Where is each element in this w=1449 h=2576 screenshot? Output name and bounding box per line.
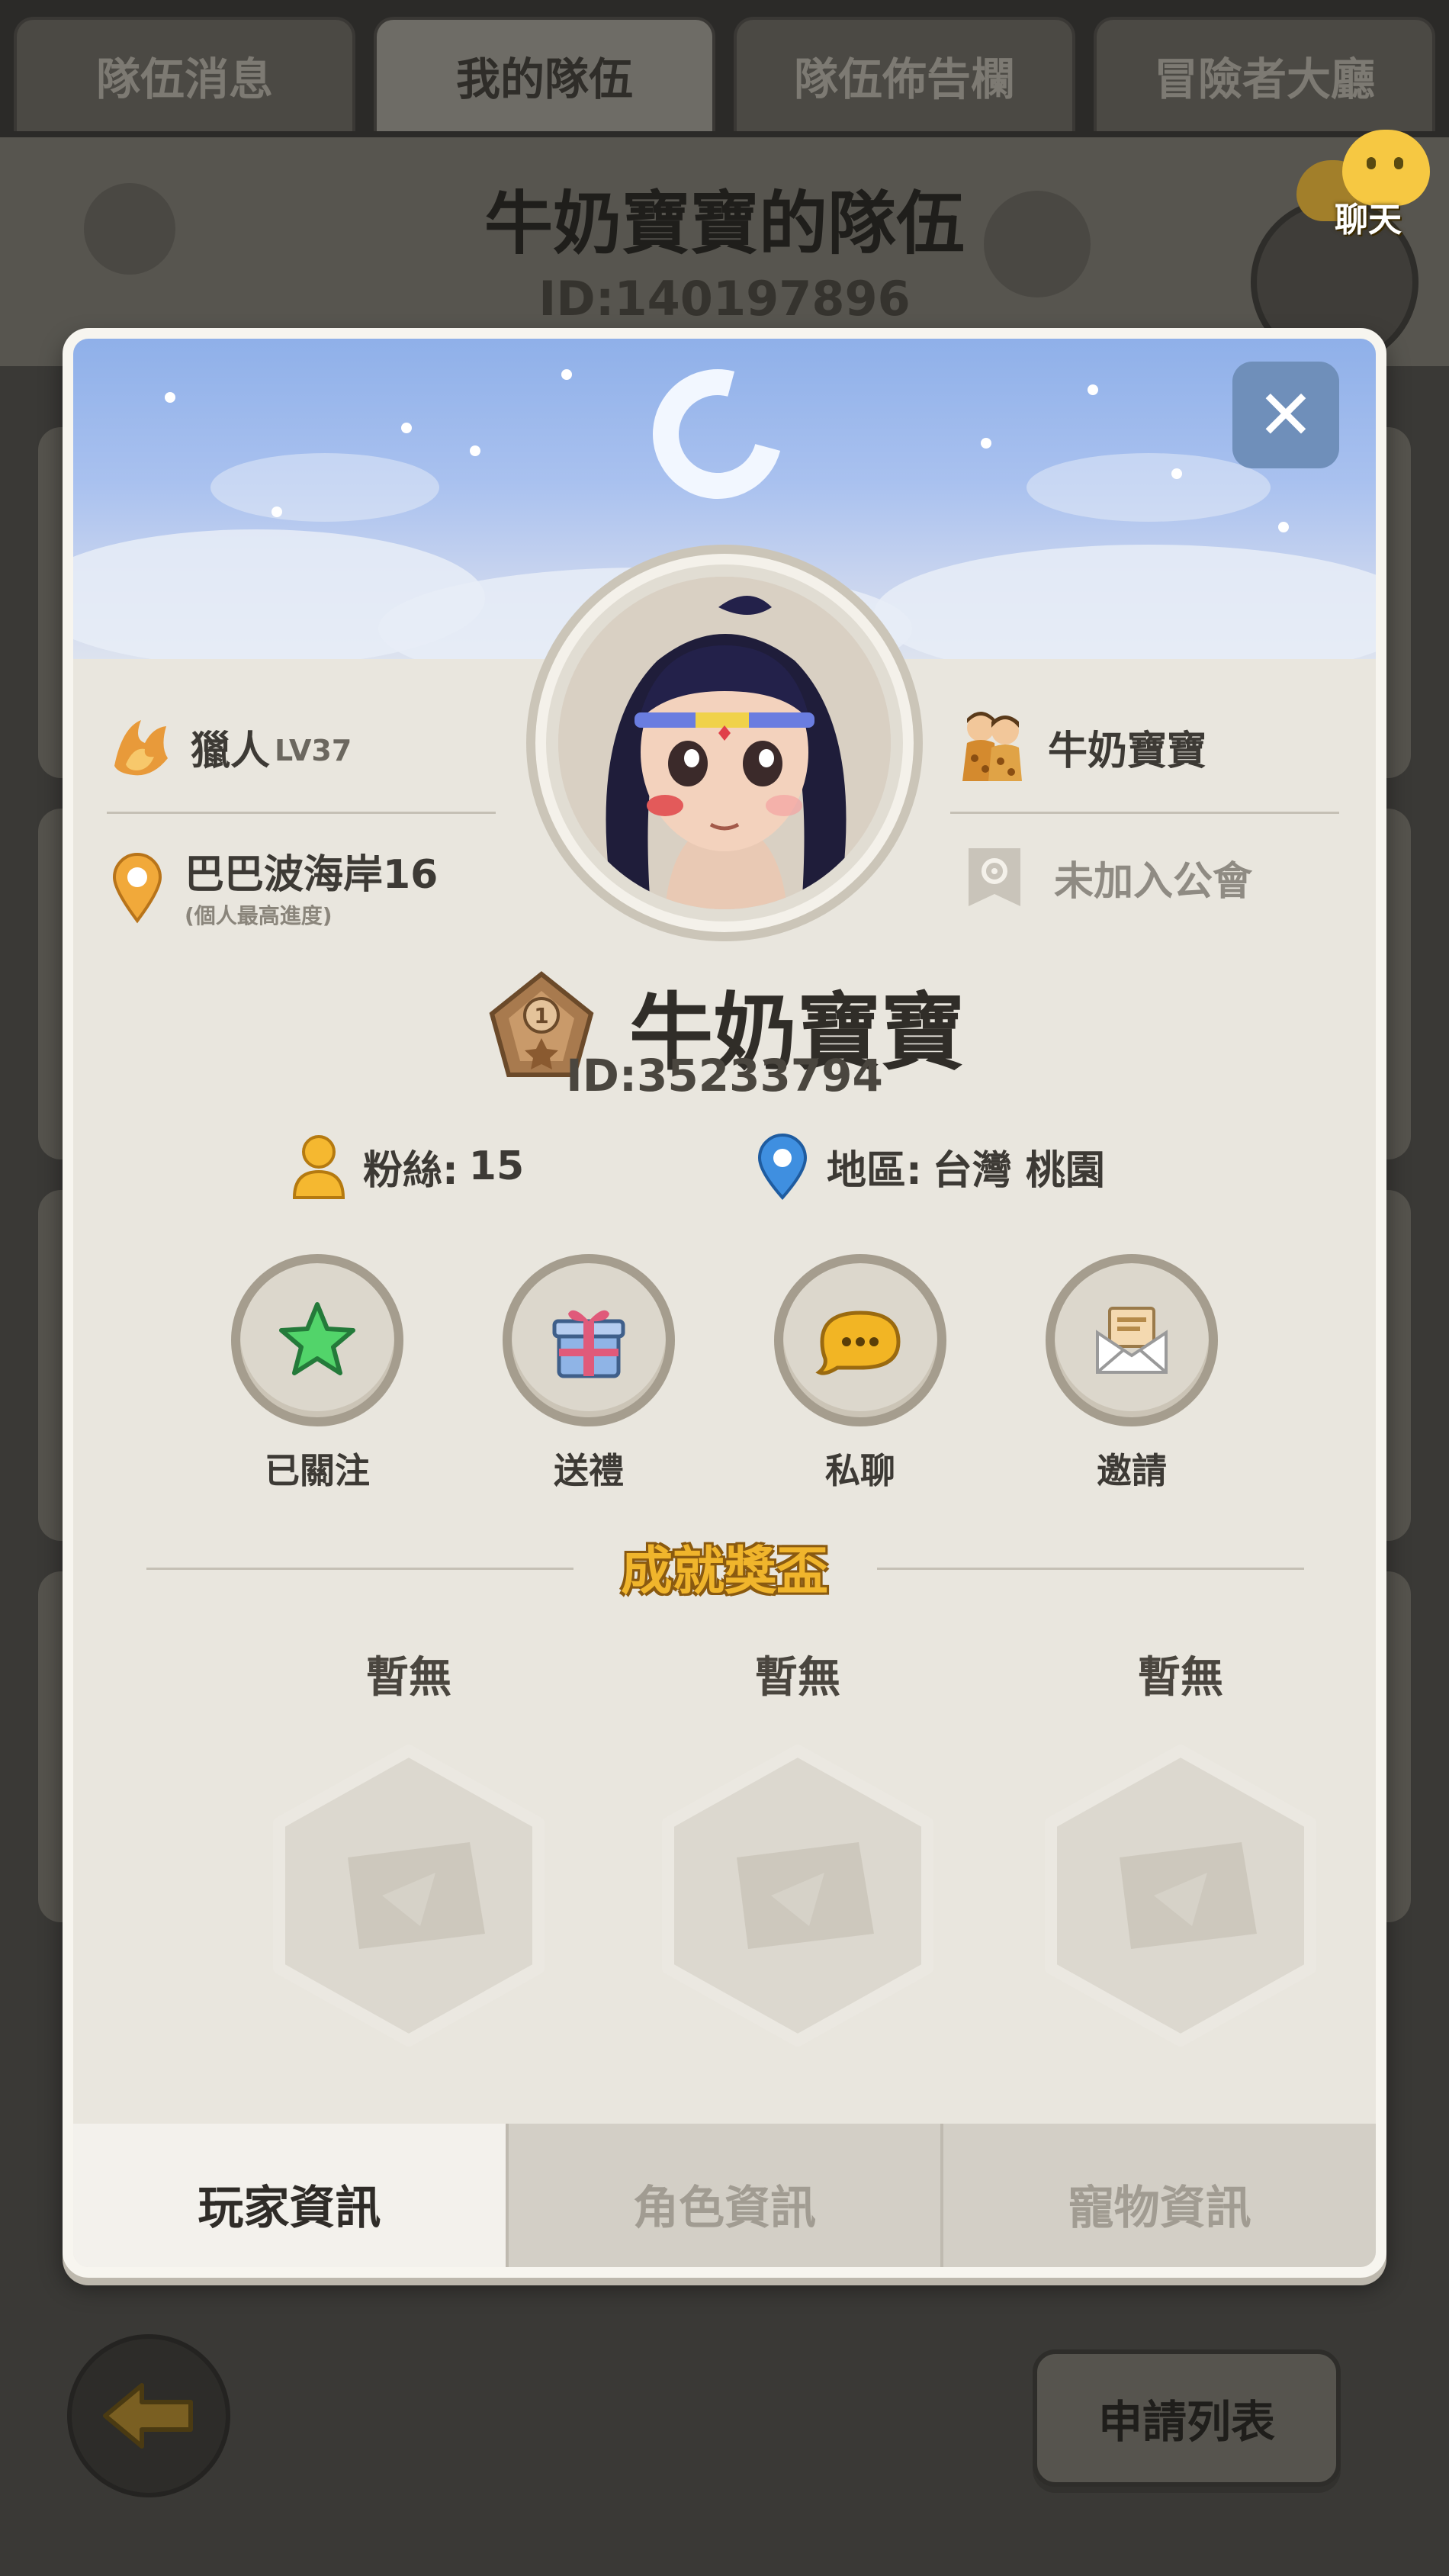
guild-row: 未加入公會 <box>958 841 1252 914</box>
profile-tab-bar: 玩家資訊 角色資訊 寵物資訊 <box>73 2124 1376 2267</box>
team-title: 牛奶寶寶的隊伍 <box>484 184 965 264</box>
close-icon: ✕ <box>1257 375 1315 455</box>
job-name: 獵人 <box>191 728 271 774</box>
player-id: ID:35233794 <box>566 1050 883 1101</box>
trophy-slot[interactable]: 暫無 <box>645 1643 950 2048</box>
invite-button-circle[interactable] <box>1046 1254 1218 1426</box>
location-row: 巴巴波海岸16 (個人最高進度) <box>107 842 438 930</box>
back-button[interactable] <box>67 2334 230 2497</box>
envelope-icon <box>1096 1307 1168 1374</box>
gift-button-circle[interactable] <box>503 1254 675 1426</box>
chat-label: 聊天 <box>1335 201 1402 240</box>
person-icon <box>292 1135 345 1199</box>
empty-trophy-hex-icon <box>273 1745 545 2047</box>
avatar <box>558 577 891 909</box>
close-button[interactable]: ✕ <box>1232 362 1339 468</box>
player-profile-card: ✕ 獵人 LV37 巴巴波海岸16 (個人最高進度) 牛奶寶寶 未加入公會 1 … <box>63 328 1386 2278</box>
guild-status: 未加入公會 <box>1054 858 1253 905</box>
region-pin-icon <box>757 1134 808 1201</box>
fans-row: 粉絲: 15 <box>290 1132 524 1201</box>
achievements-title: 成就獎盃 <box>620 1542 828 1602</box>
guild-banner-icon <box>969 848 1020 906</box>
tab-team-board[interactable]: 隊伍佈告欄 <box>734 17 1075 131</box>
follow-button[interactable]: 已關注 <box>226 1254 409 1494</box>
invite-button[interactable]: 邀請 <box>1040 1254 1223 1494</box>
location-note: (個人最高進度) <box>185 903 333 928</box>
divider <box>107 812 496 814</box>
region-value: 台灣 桃園 <box>932 1147 1105 1194</box>
partner-name: 牛奶寶寶 <box>1048 728 1207 774</box>
gift-label: 送禮 <box>554 1450 624 1491</box>
partner-row: 牛奶寶寶 <box>950 705 1206 789</box>
player-avatar-frame <box>526 545 923 941</box>
trophy-empty-label: 暫無 <box>366 1653 451 1703</box>
private-chat-label: 私聊 <box>825 1450 895 1491</box>
star-icon <box>279 1302 355 1375</box>
back-arrow-icon <box>103 2383 193 2449</box>
job-level-row: 獵人 LV37 <box>107 712 352 781</box>
job-level: LV37 <box>275 734 352 767</box>
location-pin-icon <box>112 852 162 923</box>
tab-adventurer-hall[interactable]: 冒險者大廳 <box>1094 17 1435 131</box>
divider <box>950 812 1339 814</box>
svg-text:1: 1 <box>534 1003 548 1028</box>
tab-player-info[interactable]: 玩家資訊 <box>73 2124 506 2267</box>
trophy-empty-label: 暫無 <box>1138 1653 1223 1703</box>
follow-label: 已關注 <box>265 1450 370 1491</box>
gift-icon <box>552 1310 625 1378</box>
top-tab-bar: 隊伍消息 我的隊伍 隊伍佈告欄 冒險者大廳 <box>0 0 1449 137</box>
empty-trophy-hex-icon <box>662 1745 933 2047</box>
tab-my-team[interactable]: 我的隊伍 <box>374 17 715 131</box>
region-row: 地區: 台灣 桃園 <box>753 1132 1105 1201</box>
trophy-slot[interactable]: 暫無 <box>1028 1643 1333 2048</box>
private-chat-button-circle[interactable] <box>774 1254 946 1426</box>
moon-decor-icon <box>628 345 807 523</box>
chat-button[interactable]: 聊天 <box>1251 130 1430 366</box>
fans-count: 15 <box>468 1143 525 1189</box>
region-label: 地區: <box>827 1147 922 1194</box>
gift-button[interactable]: 送禮 <box>497 1254 680 1494</box>
fans-label: 粉絲: <box>363 1147 458 1194</box>
trophy-empty-label: 暫無 <box>755 1653 840 1703</box>
location-name: 巴巴波海岸16 <box>185 852 439 898</box>
chat-bubble-icon <box>815 1311 901 1375</box>
follow-button-circle[interactable] <box>231 1254 403 1426</box>
empty-trophy-hex-icon <box>1045 1745 1316 2047</box>
invite-label: 邀請 <box>1097 1450 1167 1491</box>
tab-character-info[interactable]: 角色資訊 <box>505 2124 941 2267</box>
team-id: ID:140197896 <box>538 271 911 326</box>
apply-list-button[interactable]: 申請列表 <box>1033 2349 1341 2487</box>
private-chat-button[interactable]: 私聊 <box>769 1254 952 1494</box>
hunter-class-icon <box>114 720 168 776</box>
tab-pet-info[interactable]: 寵物資訊 <box>940 2124 1376 2267</box>
couple-icon <box>962 712 1022 781</box>
tab-team-messages[interactable]: 隊伍消息 <box>14 17 355 131</box>
trophy-slot[interactable]: 暫無 <box>256 1643 561 2048</box>
